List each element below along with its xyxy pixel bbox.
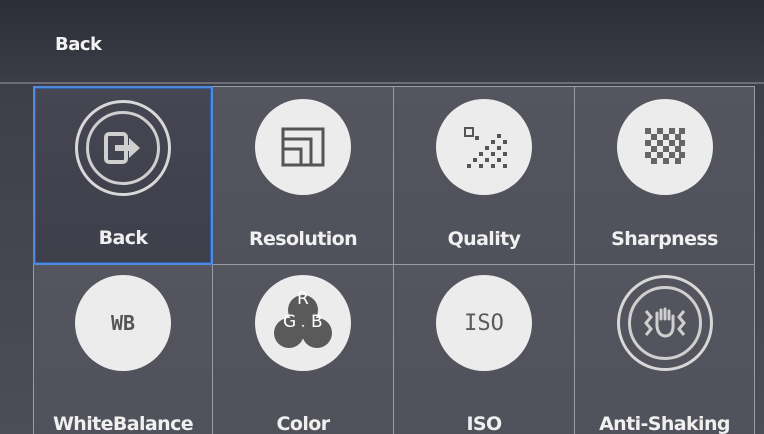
menu-item-color[interactable]: R G B Color: [213, 265, 394, 434]
camera-settings-screen: Back Back Resolution Quality Sharpness W…: [0, 0, 764, 434]
title-bar: Back: [0, 0, 764, 84]
iso-icon: ISO: [436, 275, 532, 371]
menu-item-label: Back: [98, 227, 148, 249]
menu-item-label: Color: [276, 413, 331, 434]
anti-shake-icon: [616, 275, 713, 371]
exit-icon: [75, 100, 171, 196]
menu-item-label: Anti-Shaking: [599, 413, 730, 434]
rgb-icon: R G B: [255, 275, 351, 371]
menu-item-back[interactable]: Back: [33, 86, 213, 265]
sharpness-icon: [616, 99, 713, 195]
menu-item-resolution[interactable]: Resolution: [213, 86, 394, 265]
menu-item-label: Sharpness: [611, 228, 718, 250]
resolution-icon: [255, 99, 351, 195]
quality-icon: [436, 99, 532, 195]
settings-menu-grid: Back Resolution Quality Sharpness WB Whi…: [33, 86, 755, 434]
menu-item-label: Quality: [447, 228, 521, 250]
menu-item-label: ISO: [466, 413, 502, 434]
menu-item-label: WhiteBalance: [52, 413, 194, 434]
wb-icon: WB: [75, 275, 171, 371]
menu-item-iso[interactable]: ISO ISO: [394, 265, 575, 434]
menu-item-white-balance[interactable]: WB WhiteBalance: [33, 265, 213, 434]
menu-item-label: Resolution: [248, 228, 358, 250]
page-title: Back: [55, 34, 102, 55]
menu-item-sharpness[interactable]: Sharpness: [575, 86, 755, 265]
menu-item-quality[interactable]: Quality: [394, 86, 575, 265]
menu-item-anti-shaking[interactable]: Anti-Shaking: [575, 265, 755, 434]
